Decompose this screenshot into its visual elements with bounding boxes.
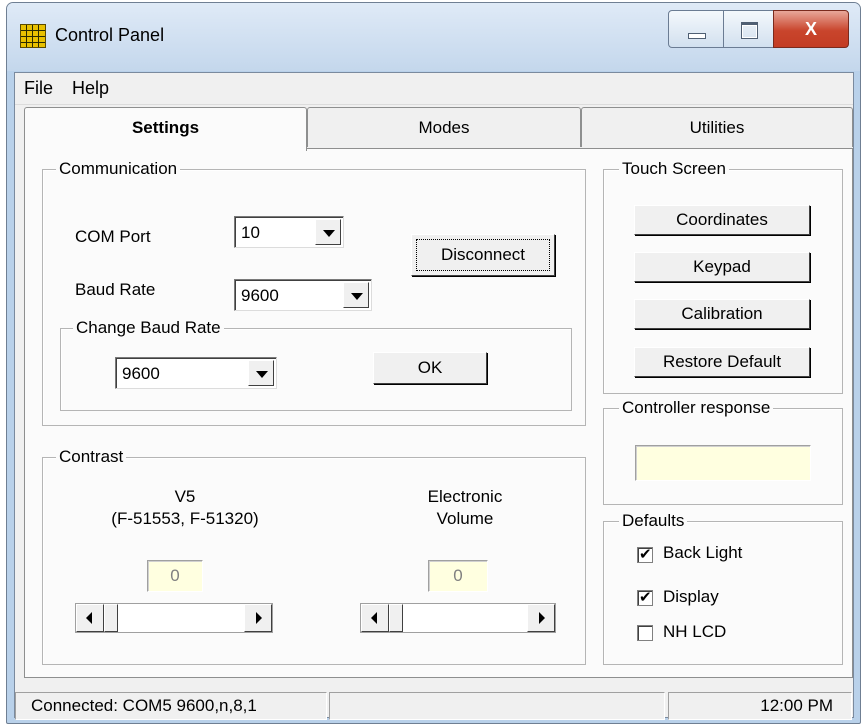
baud-rate-label: Baud Rate	[75, 280, 156, 299]
status-connection: Connected: COM5 9600,n,8,1	[15, 692, 327, 720]
contrast-group-label: Contrast	[56, 447, 127, 467]
touch-screen-group-label: Touch Screen	[619, 159, 729, 179]
baud-rate-select[interactable]: 9600	[234, 279, 372, 311]
tab-utilities[interactable]: Utilities	[581, 107, 853, 147]
dropdown-arrow-icon[interactable]	[248, 360, 274, 386]
maximize-icon	[741, 22, 758, 39]
close-icon: X	[804, 19, 817, 39]
display-checkbox[interactable]	[637, 588, 653, 606]
calibration-button[interactable]: Calibration	[634, 299, 810, 329]
minimize-icon	[688, 33, 706, 39]
controller-response-field	[635, 445, 811, 481]
electronic-volume-scrollbar[interactable]	[360, 603, 556, 633]
com-port-select[interactable]: 10	[234, 216, 344, 248]
com-port-label: COM Port	[75, 227, 151, 246]
tab-modes[interactable]: Modes	[307, 107, 581, 147]
tab-settings[interactable]: Settings	[24, 107, 307, 151]
status-time: 12:00 PM	[668, 692, 852, 720]
app-grid-icon	[20, 24, 46, 48]
coordinates-button[interactable]: Coordinates	[634, 205, 810, 235]
restore-default-button[interactable]: Restore Default	[634, 347, 810, 377]
change-baud-rate-value: 9600	[122, 364, 160, 383]
com-port-value: 10	[241, 223, 260, 242]
menu-file[interactable]: File	[24, 78, 53, 99]
back-light-checkbox[interactable]	[637, 545, 653, 563]
ok-button[interactable]: OK	[373, 352, 487, 384]
close-button[interactable]: X	[773, 10, 849, 48]
maximize-button[interactable]	[723, 10, 774, 48]
baud-rate-value: 9600	[241, 286, 279, 305]
scroll-right-icon[interactable]	[244, 604, 272, 632]
dropdown-arrow-icon[interactable]	[315, 219, 341, 245]
change-baud-rate-select[interactable]: 9600	[115, 357, 277, 389]
disconnect-button[interactable]: Disconnect	[411, 234, 555, 276]
v5-title: V5	[174, 487, 196, 506]
scroll-left-icon[interactable]	[76, 604, 104, 632]
v5-scrollbar[interactable]	[75, 603, 273, 633]
electronic-volume-title: Electronic	[427, 487, 503, 506]
electronic-volume-readout: 0	[428, 560, 488, 592]
v5-value-readout: 0	[147, 560, 203, 592]
communication-group-label: Communication	[56, 159, 181, 179]
controller-response-label: Controller response	[619, 398, 774, 418]
nh-lcd-checkbox[interactable]	[637, 625, 653, 641]
scroll-thumb[interactable]	[389, 604, 403, 632]
scroll-right-icon[interactable]	[527, 604, 555, 632]
status-middle	[329, 692, 665, 720]
display-label: Display	[663, 587, 719, 606]
dropdown-arrow-icon[interactable]	[343, 282, 369, 308]
scroll-left-icon[interactable]	[361, 604, 389, 632]
back-light-label: Back Light	[663, 543, 743, 562]
v5-subtitle: (F-51553, F-51320)	[111, 509, 259, 528]
change-baud-rate-label: Change Baud Rate	[73, 318, 224, 338]
defaults-group-label: Defaults	[619, 511, 688, 531]
electronic-volume-subtitle: Volume	[436, 509, 494, 528]
window-title: Control Panel	[55, 25, 165, 45]
menu-bar	[15, 73, 853, 105]
menu-help[interactable]: Help	[72, 78, 109, 99]
scroll-thumb[interactable]	[104, 604, 118, 632]
nh-lcd-label: NH LCD	[663, 622, 727, 641]
minimize-button[interactable]	[668, 10, 724, 48]
keypad-button[interactable]: Keypad	[634, 252, 810, 282]
